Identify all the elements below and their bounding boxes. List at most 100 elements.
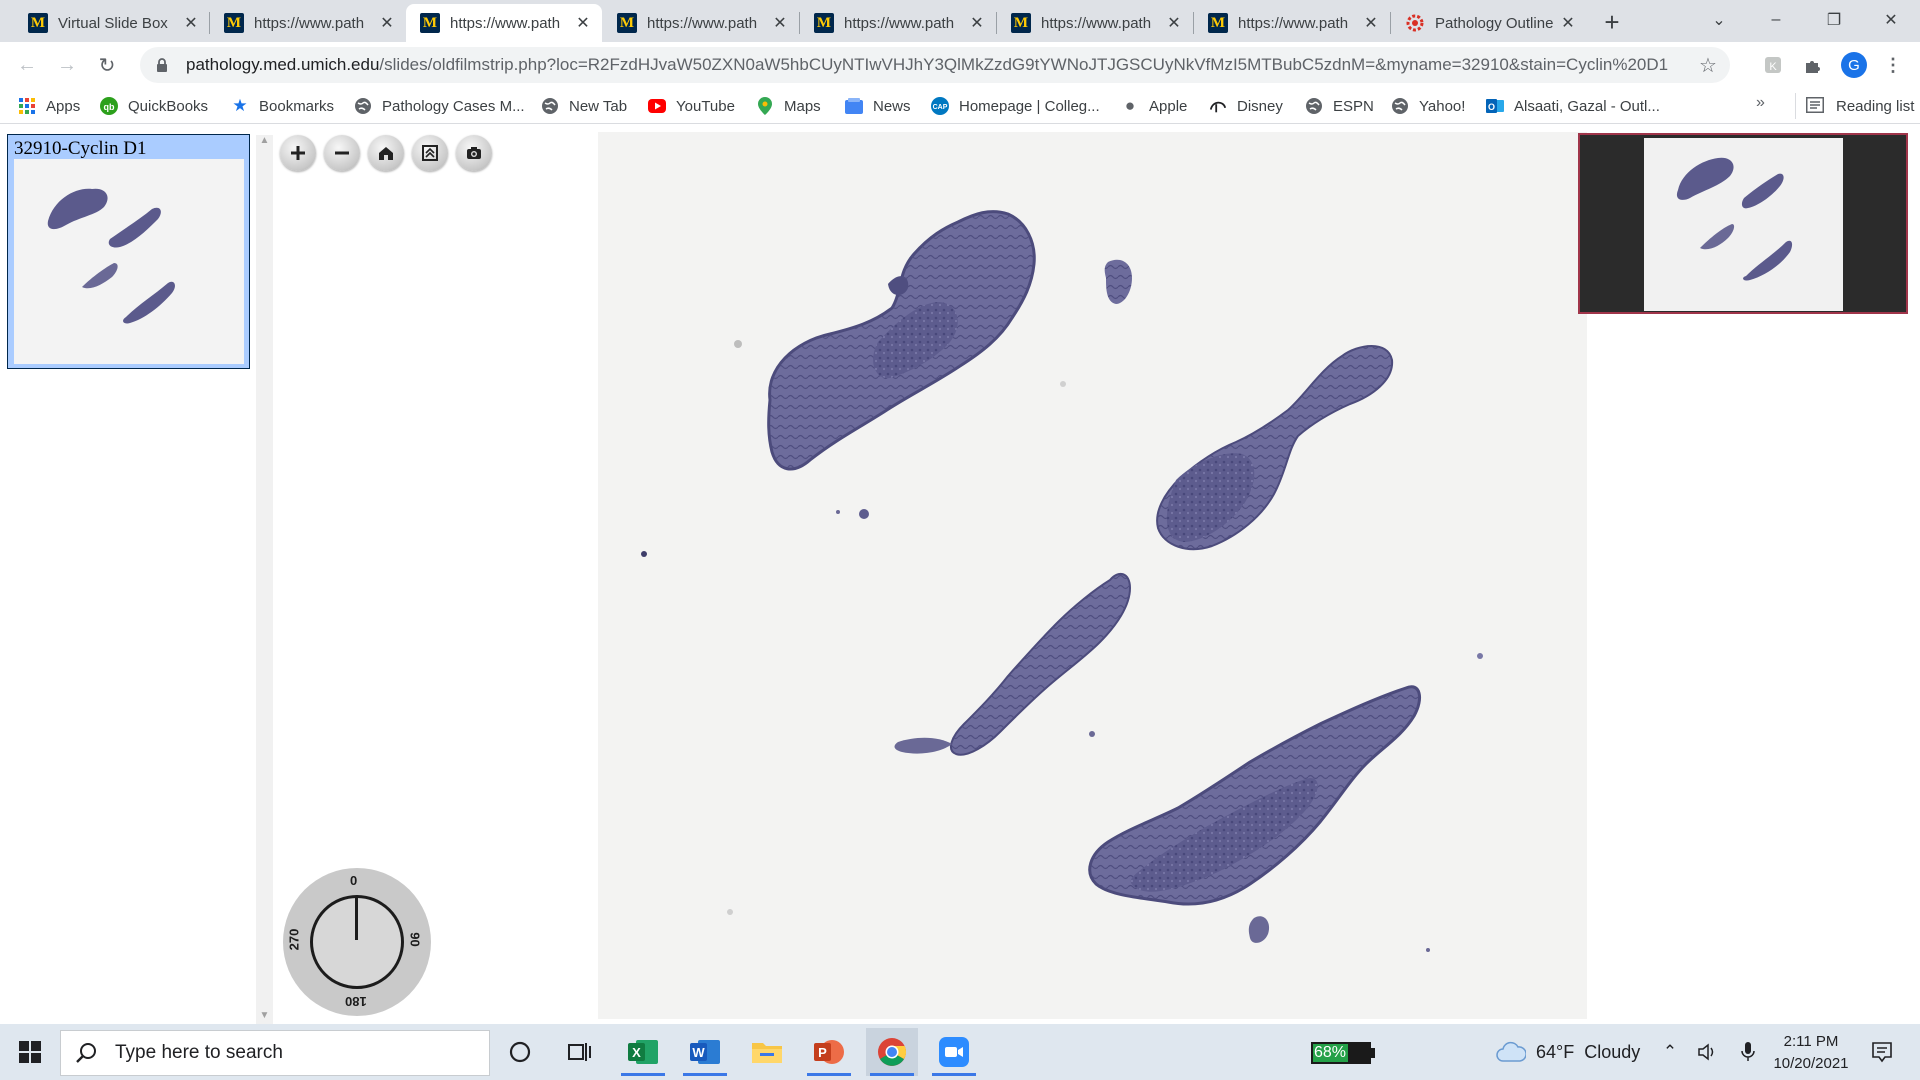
weather-widget[interactable]: 64°F Cloudy: [1496, 1038, 1640, 1066]
bookmark-maps[interactable]: Maps: [756, 93, 821, 119]
new-tab-button[interactable]: +: [1598, 7, 1626, 37]
bookmark-apple[interactable]: ● Apple: [1121, 93, 1188, 119]
url-text: pathology.med.umich.edu/slides/oldfilmst…: [186, 55, 1706, 75]
tab-virtual-slide-box[interactable]: M Virtual Slide Box ✕: [14, 4, 210, 42]
system-clock[interactable]: 2:11 PM 10/20/2021: [1766, 1031, 1856, 1075]
notification-center-icon[interactable]: [1866, 1038, 1898, 1066]
youtube-icon: [648, 97, 666, 115]
bookmark-disney[interactable]: Disney: [1209, 93, 1283, 119]
bookmark-label: Yahoo!: [1419, 97, 1466, 115]
close-icon[interactable]: ✕: [182, 14, 200, 32]
windows-taskbar: Type here to search X W P 68% 64°F Cloud…: [0, 1024, 1920, 1080]
microphone-icon[interactable]: [1735, 1038, 1761, 1066]
bookmark-pathology-cases[interactable]: Pathology Cases M...: [354, 93, 525, 119]
scroll-up-arrow-icon[interactable]: ▲: [256, 135, 273, 149]
tab-path-active[interactable]: M https://www.path ✕: [406, 4, 602, 42]
filmstrip-scrollbar[interactable]: ▲ ▼: [256, 135, 273, 1024]
close-icon[interactable]: ✕: [378, 14, 396, 32]
tab-path-3[interactable]: M https://www.path ✕: [603, 4, 799, 42]
close-icon[interactable]: ✕: [968, 14, 986, 32]
restore-button[interactable]: ❐: [1805, 0, 1863, 40]
tab-path-6[interactable]: M https://www.path ✕: [1194, 4, 1390, 42]
scroll-down-arrow-icon[interactable]: ▼: [256, 1010, 273, 1024]
taskbar-chrome[interactable]: [866, 1028, 918, 1076]
slide-thumbnail-card[interactable]: 32910-Cyclin D1: [7, 134, 250, 369]
taskbar-file-explorer[interactable]: [741, 1028, 793, 1076]
chevron-up-icon[interactable]: ⌃: [1657, 1038, 1683, 1066]
taskbar-zoom[interactable]: [928, 1028, 980, 1076]
address-bar[interactable]: pathology.med.umich.edu/slides/oldfilmst…: [140, 47, 1730, 83]
close-icon[interactable]: ✕: [574, 14, 592, 32]
close-icon[interactable]: ✕: [1165, 14, 1183, 32]
svg-text:K: K: [1769, 61, 1777, 73]
tab-path-4[interactable]: M https://www.path ✕: [800, 4, 996, 42]
bookmarks-overflow-button[interactable]: »: [1756, 94, 1765, 112]
rotation-label-0: 0: [350, 873, 358, 888]
clock-time: 2:11 PM: [1783, 1033, 1839, 1050]
bookmark-star-icon[interactable]: ☆: [1696, 53, 1720, 77]
rotation-needle[interactable]: [355, 898, 358, 940]
forward-button[interactable]: →: [52, 50, 82, 80]
navigator-overview[interactable]: [1578, 133, 1908, 314]
umich-m-icon: M: [617, 13, 637, 33]
tab-path-5[interactable]: M https://www.path ✕: [997, 4, 1193, 42]
tab-path-1[interactable]: M https://www.path ✕: [210, 4, 406, 42]
battery-indicator[interactable]: 68%: [1311, 1042, 1375, 1064]
rotation-label-90: 90: [407, 932, 423, 947]
bookmarks-bar: Apps qb QuickBooks ★ Bookmarks Pathology…: [0, 88, 1920, 124]
bookmark-news[interactable]: News: [845, 93, 911, 119]
close-icon[interactable]: ✕: [771, 14, 789, 32]
close-icon[interactable]: ✕: [1559, 14, 1577, 32]
taskbar-search-input[interactable]: Type here to search: [60, 1030, 490, 1076]
bookmark-label: Homepage | Colleg...: [959, 97, 1100, 115]
tab-pathology-outlines[interactable]: Pathology Outline ✕: [1391, 4, 1587, 42]
cortana-circle-icon: [509, 1041, 531, 1063]
bookmark-bookmarks[interactable]: ★ Bookmarks: [231, 93, 334, 119]
screenshot-button[interactable]: [456, 135, 492, 171]
bookmark-apps[interactable]: Apps: [18, 93, 80, 119]
fullscreen-button[interactable]: [412, 135, 448, 171]
taskbar-word[interactable]: W: [679, 1028, 731, 1076]
svg-text:X: X: [632, 1045, 641, 1060]
task-view-button[interactable]: [554, 1028, 606, 1076]
home-icon: [379, 147, 393, 160]
back-button[interactable]: ←: [12, 50, 42, 80]
globe-icon: [1305, 97, 1323, 115]
tab-title: https://www.path: [254, 14, 365, 32]
zoom-out-button[interactable]: [324, 135, 360, 171]
close-icon[interactable]: ✕: [1362, 14, 1380, 32]
volume-icon[interactable]: [1694, 1038, 1720, 1066]
profile-avatar[interactable]: G: [1841, 52, 1867, 78]
tab-search-chevron-icon[interactable]: ⌄: [1690, 0, 1748, 40]
bookmark-quickbooks[interactable]: qb QuickBooks: [100, 93, 208, 119]
bookmark-espn[interactable]: ESPN: [1305, 93, 1374, 119]
zoom-in-button[interactable]: [280, 135, 316, 171]
windows-start-button[interactable]: [0, 1024, 60, 1080]
bookmark-outlook[interactable]: O Alsaati, Gazal - Outl...: [1486, 93, 1660, 119]
tab-title: https://www.path: [1041, 14, 1152, 32]
bookmark-youtube[interactable]: YouTube: [648, 93, 735, 119]
bookmark-homepage-college[interactable]: CAP Homepage | Colleg...: [931, 93, 1100, 119]
slide-thumbnail-image: [14, 159, 244, 364]
window-close-button[interactable]: ✕: [1862, 0, 1920, 40]
taskbar-excel[interactable]: X: [617, 1028, 669, 1076]
extensions-puzzle-icon[interactable]: [1800, 52, 1826, 78]
globe-icon: [541, 97, 559, 115]
reading-list-button[interactable]: Reading list: [1795, 93, 1914, 119]
minimize-button[interactable]: –: [1747, 0, 1805, 40]
kebab-menu-icon[interactable]: ⋮: [1880, 52, 1906, 78]
bookmark-label: Apps: [46, 97, 81, 115]
apps-grid-icon: [18, 97, 36, 115]
rotation-dial[interactable]: 0 90 180 270: [283, 868, 431, 1016]
bookmark-yahoo[interactable]: Yahoo!: [1391, 93, 1465, 119]
apple-icon: ●: [1124, 96, 1136, 115]
home-button[interactable]: [368, 135, 404, 171]
cortana-button[interactable]: [494, 1028, 546, 1076]
reload-button[interactable]: ↻: [92, 50, 122, 80]
extension-icon[interactable]: K: [1760, 52, 1786, 78]
taskbar-powerpoint[interactable]: P: [803, 1028, 855, 1076]
bookmark-label: Bookmarks: [259, 97, 335, 115]
slide-viewer-canvas[interactable]: [598, 132, 1587, 1019]
bookmark-new-tab[interactable]: New Tab: [541, 93, 627, 119]
browser-toolbar: ← → ↻ pathology.med.umich.edu/slides/old…: [0, 42, 1920, 88]
